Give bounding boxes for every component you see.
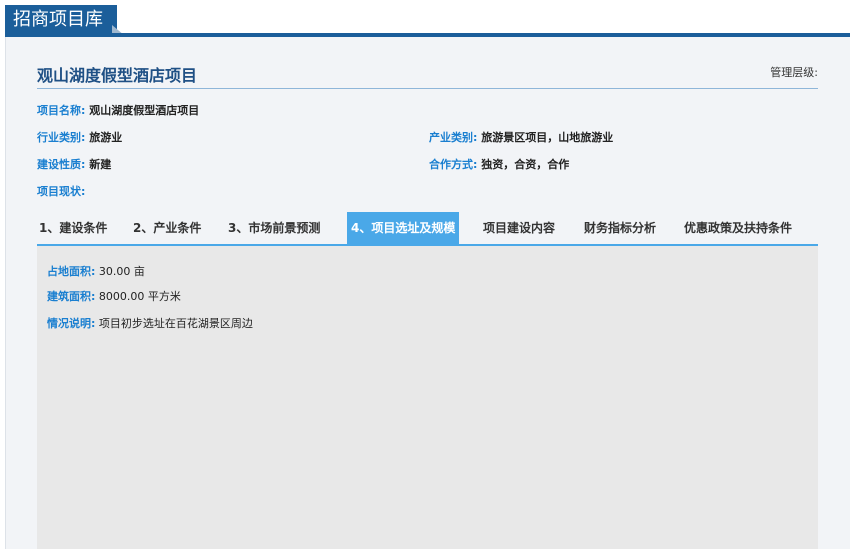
field-label: 产业类别: (429, 131, 478, 144)
management-level-label: 管理层级: (770, 66, 818, 79)
building-area-value: 8000.00 平方米 (98, 290, 181, 303)
land-area-row: 占地面积: 30.00 亩 (47, 263, 145, 279)
field-label: 项目名称: (37, 104, 86, 117)
building-area-label: 建筑面积: (47, 290, 96, 303)
description-value: 项目初步选址在百花湖景区周边 (98, 317, 253, 330)
land-area-label: 占地面积: (47, 265, 96, 278)
field-cooperation: 合作方式: 独资，合资，合作 (429, 156, 569, 172)
field-value: 观山湖度假型酒店项目 (89, 104, 200, 117)
field-value: 旅游业 (89, 131, 123, 144)
field-value: 独资，合资，合作 (481, 158, 570, 171)
field-label: 合作方式: (429, 158, 478, 171)
description-row: 情况说明: 项目初步选址在百花湖景区周边 (47, 315, 253, 331)
title-divider (37, 88, 818, 89)
field-sector-type: 产业类别: 旅游景区项目，山地旅游业 (429, 129, 613, 145)
tab-content-panel: 占地面积: 30.00 亩 建筑面积: 8000.00 平方米 情况说明: 项目… (37, 246, 818, 549)
field-project-name: 项目名称: 观山湖度假型酒店项目 (37, 102, 199, 118)
field-construction-nature: 建设性质: 新建 (37, 156, 111, 172)
tab-financial-analysis[interactable]: 财务指标分析 (584, 212, 656, 244)
field-project-status: 项目现状: (37, 183, 85, 199)
field-value: 旅游景区项目，山地旅游业 (481, 131, 614, 144)
tab-preferential-policies[interactable]: 优惠政策及扶持条件 (684, 212, 792, 244)
field-label: 项目现状: (37, 185, 86, 198)
detail-tabs: 1、建设条件 2、产业条件 3、市场前景预测 4、项目选址及规模 项目建设内容 … (37, 212, 818, 246)
building-area-row: 建筑面积: 8000.00 平方米 (47, 288, 181, 304)
field-value: 新建 (89, 158, 112, 171)
tab-construction-content[interactable]: 项目建设内容 (483, 212, 555, 244)
tab-market-forecast[interactable]: 3、市场前景预测 (228, 212, 320, 244)
tab-site-and-scale[interactable]: 4、项目选址及规模 (347, 212, 460, 244)
field-label: 建设性质: (37, 158, 86, 171)
module-title: 招商项目库 (5, 5, 117, 35)
field-label: 行业类别: (37, 131, 86, 144)
tab-construction-conditions[interactable]: 1、建设条件 (39, 212, 107, 244)
project-title: 观山湖度假型酒店项目 (37, 66, 198, 85)
description-label: 情况说明: (47, 317, 96, 330)
field-industry-type: 行业类别: 旅游业 (37, 129, 122, 145)
tab-industry-conditions[interactable]: 2、产业条件 (133, 212, 201, 244)
land-area-value: 30.00 亩 (98, 265, 145, 278)
